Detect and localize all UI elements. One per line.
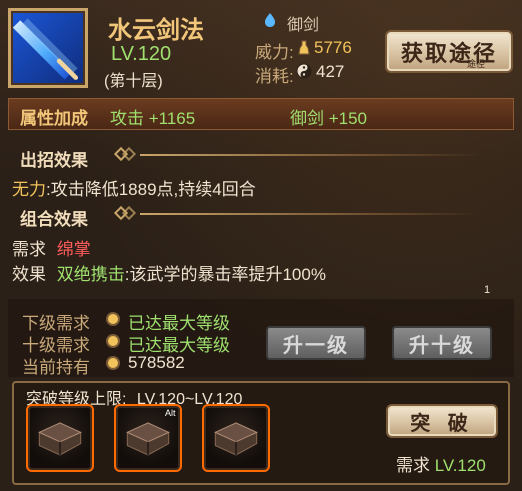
chuzhao-prefix: 无力 bbox=[12, 180, 46, 199]
breakthrough-need-value: LV.120 bbox=[434, 456, 486, 475]
skill-level: LV.120 bbox=[111, 43, 172, 65]
skill-name: 水云剑法 bbox=[108, 17, 204, 44]
drop-icon bbox=[265, 13, 275, 27]
zuhe-effect-label: 效果 bbox=[12, 265, 46, 284]
coin-icon bbox=[106, 356, 120, 370]
corner-number: 1 bbox=[484, 284, 491, 296]
section-divider bbox=[140, 154, 480, 156]
breakthrough-need-label: 需求 bbox=[396, 456, 430, 475]
section-title-chuzhao: 出招效果 bbox=[20, 151, 88, 170]
skill-tag: 御剑 bbox=[287, 17, 320, 34]
book-icon bbox=[214, 422, 258, 456]
zuhe-need-value: 绵掌 bbox=[56, 240, 91, 259]
chuzhao-line: 无力:攻击降低1889点,持续4回合 bbox=[12, 175, 256, 200]
power-icon bbox=[298, 40, 310, 55]
breakthrough-slot-1[interactable] bbox=[26, 404, 94, 472]
cost-label: 消耗: bbox=[255, 67, 294, 86]
upgrade-one-button[interactable]: 升一级 bbox=[266, 326, 366, 360]
power-label: 威力: bbox=[255, 43, 294, 62]
breakthrough-slot-3[interactable] bbox=[202, 404, 270, 472]
chuzhao-text: :攻击降低1889点,持续4回合 bbox=[46, 180, 256, 199]
breakthrough-button-label: 突 破 bbox=[410, 412, 474, 435]
upgrade-ten-label: 升十级 bbox=[409, 334, 475, 357]
current-hold-value: 578582 bbox=[128, 353, 185, 372]
zuhe-effect-line: 效果 双绝携击:该武学的暴击率提升100% bbox=[12, 260, 326, 285]
current-hold-label: 当前持有 bbox=[22, 358, 90, 377]
attribute-attack: 攻击 +1165 bbox=[110, 109, 196, 128]
attribute-yujian: 御剑 +150 bbox=[290, 109, 368, 128]
book-icon bbox=[38, 422, 82, 456]
power-value: 5776 bbox=[314, 38, 352, 57]
yin-yang-icon bbox=[296, 63, 312, 79]
upgrade-one-label: 升一级 bbox=[283, 334, 349, 357]
coin-icon bbox=[106, 334, 120, 348]
get-source-button[interactable]: 获取途径 bbox=[385, 30, 513, 73]
get-source-button-sub: 途径 bbox=[467, 59, 486, 69]
alt-badge: Alt bbox=[165, 408, 176, 418]
zuhe-effect-name: 双绝携击 bbox=[56, 265, 125, 284]
skill-layer: (第十层) bbox=[104, 73, 163, 90]
attribute-title: 属性加成 bbox=[20, 109, 88, 128]
skill-icon bbox=[8, 8, 88, 88]
cost-value: 427 bbox=[316, 62, 345, 81]
section-divider bbox=[140, 213, 480, 215]
upgrade-ten-button[interactable]: 升十级 bbox=[392, 326, 492, 360]
coin-icon bbox=[106, 312, 120, 326]
zuhe-need-label: 需求 bbox=[12, 240, 46, 259]
breakthrough-requirement: 需求 LV.120 bbox=[396, 451, 486, 476]
breakthrough-button[interactable]: 突 破 bbox=[386, 404, 498, 438]
zuhe-effect-text: :该武学的暴击率提升100% bbox=[124, 265, 326, 284]
section-title-zuhe: 组合效果 bbox=[20, 210, 88, 229]
sword-icon bbox=[12, 18, 79, 80]
zuhe-need-line: 需求 绵掌 bbox=[12, 235, 91, 260]
